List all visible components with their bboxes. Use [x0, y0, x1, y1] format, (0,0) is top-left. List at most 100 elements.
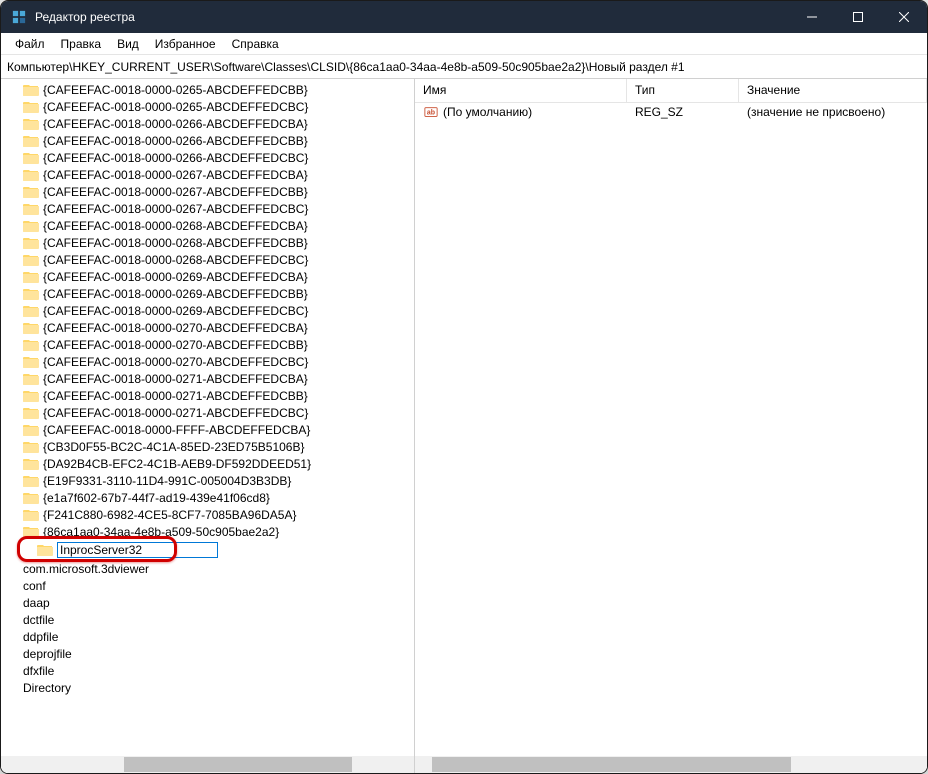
- tree-item[interactable]: {CAFEEFAC-0018-0000-0268-ABCDEFFEDCBB}: [1, 234, 414, 251]
- menu-file[interactable]: Файл: [7, 35, 53, 53]
- tree-item-label: {86ca1aa0-34aa-4e8b-a509-50c905bae2a2}: [43, 525, 279, 539]
- tree-item-label: {CAFEEFAC-0018-0000-0270-ABCDEFFEDCBA}: [43, 321, 308, 335]
- rename-input[interactable]: [57, 542, 218, 558]
- tree-item-label: {CAFEEFAC-0018-0000-0268-ABCDEFFEDCBC}: [43, 253, 308, 267]
- menu-view[interactable]: Вид: [109, 35, 147, 53]
- tree-item[interactable]: {CAFEEFAC-0018-0000-0270-ABCDEFFEDCBC}: [1, 353, 414, 370]
- app-icon: [11, 9, 27, 25]
- tree-item-label: deprojfile: [23, 647, 72, 661]
- svg-text:ab: ab: [427, 110, 435, 117]
- folder-icon: [23, 270, 39, 284]
- folder-icon: [23, 355, 39, 369]
- tree-item[interactable]: ddpfile: [1, 628, 414, 645]
- tree-view[interactable]: {CAFEEFAC-0018-0000-0265-ABCDEFFEDCBB} {C…: [1, 79, 414, 756]
- tree-item[interactable]: {CAFEEFAC-0018-0000-0265-ABCDEFFEDCBC}: [1, 98, 414, 115]
- tree-item[interactable]: {CB3D0F55-BC2C-4C1A-85ED-23ED75B5106B}: [1, 438, 414, 455]
- tree-item-label: {CAFEEFAC-0018-0000-0265-ABCDEFFEDCBC}: [43, 100, 308, 114]
- tree-item[interactable]: {e1a7f602-67b7-44f7-ad19-439e41f06cd8}: [1, 489, 414, 506]
- tree-item-label: ddpfile: [23, 630, 58, 644]
- tree-item-label: {CAFEEFAC-0018-0000-0271-ABCDEFFEDCBA}: [43, 372, 308, 386]
- tree-item-label: {CAFEEFAC-0018-0000-FFFF-ABCDEFFEDCBA}: [43, 423, 310, 437]
- list-header: Имя Тип Значение: [415, 79, 927, 103]
- folder-icon: [23, 236, 39, 250]
- folder-icon: [23, 321, 39, 335]
- folder-icon: [23, 491, 39, 505]
- folder-icon: [23, 134, 39, 148]
- tree-item[interactable]: {CAFEEFAC-0018-0000-0267-ABCDEFFEDCBC}: [1, 200, 414, 217]
- tree-item[interactable]: {CAFEEFAC-0018-0000-FFFF-ABCDEFFEDCBA}: [1, 421, 414, 438]
- folder-icon: [23, 287, 39, 301]
- tree-item[interactable]: {CAFEEFAC-0018-0000-0266-ABCDEFFEDCBA}: [1, 115, 414, 132]
- folder-icon: [23, 525, 39, 539]
- folder-icon: [23, 219, 39, 233]
- tree-item[interactable]: {CAFEEFAC-0018-0000-0268-ABCDEFFEDCBC}: [1, 251, 414, 268]
- tree-item-label: {CAFEEFAC-0018-0000-0270-ABCDEFFEDCBB}: [43, 338, 308, 352]
- tree-item[interactable]: deprojfile: [1, 645, 414, 662]
- value-data: (значение не присвоено): [739, 105, 927, 119]
- folder-icon: [23, 168, 39, 182]
- titlebar[interactable]: Редактор реестра: [1, 1, 927, 33]
- tree-item-label: Directory: [23, 681, 71, 695]
- menu-edit[interactable]: Правка: [53, 35, 110, 53]
- list-panel: Имя Тип Значение ab (По умолчанию) REG_S…: [415, 79, 927, 773]
- tree-item[interactable]: {CAFEEFAC-0018-0000-0265-ABCDEFFEDCBB}: [1, 81, 414, 98]
- tree-item[interactable]: {CAFEEFAC-0018-0000-0271-ABCDEFFEDCBB}: [1, 387, 414, 404]
- address-bar[interactable]: Компьютер\HKEY_CURRENT_USER\Software\Cla…: [1, 55, 927, 79]
- tree-item[interactable]: {CAFEEFAC-0018-0000-0267-ABCDEFFEDCBB}: [1, 183, 414, 200]
- menubar: Файл Правка Вид Избранное Справка: [1, 33, 927, 55]
- folder-icon: [23, 253, 39, 267]
- string-value-icon: ab: [423, 104, 439, 120]
- close-button[interactable]: [881, 1, 927, 33]
- tree-item[interactable]: com.microsoft.3dviewer: [1, 560, 414, 577]
- column-name[interactable]: Имя: [415, 79, 627, 102]
- folder-icon: [23, 372, 39, 386]
- tree-item[interactable]: {CAFEEFAC-0018-0000-0271-ABCDEFFEDCBA}: [1, 370, 414, 387]
- tree-item[interactable]: {86ca1aa0-34aa-4e8b-a509-50c905bae2a2}: [1, 523, 414, 540]
- folder-icon: [23, 338, 39, 352]
- folder-icon: [23, 117, 39, 131]
- list-h-scrollbar[interactable]: [415, 756, 927, 773]
- menu-favorites[interactable]: Избранное: [147, 35, 224, 53]
- tree-item[interactable]: {CAFEEFAC-0018-0000-0271-ABCDEFFEDCBC}: [1, 404, 414, 421]
- tree-item[interactable]: dctfile: [1, 611, 414, 628]
- tree-item-label: {CAFEEFAC-0018-0000-0267-ABCDEFFEDCBB}: [43, 185, 308, 199]
- tree-item-label: {CAFEEFAC-0018-0000-0269-ABCDEFFEDCBB}: [43, 287, 308, 301]
- tree-item-label: {CAFEEFAC-0018-0000-0267-ABCDEFFEDCBA}: [43, 168, 308, 182]
- tree-item[interactable]: {CAFEEFAC-0018-0000-0269-ABCDEFFEDCBC}: [1, 302, 414, 319]
- tree-item[interactable]: {CAFEEFAC-0018-0000-0268-ABCDEFFEDCBA}: [1, 217, 414, 234]
- folder-icon: [23, 440, 39, 454]
- column-value[interactable]: Значение: [739, 79, 927, 102]
- tree-item-label: {CAFEEFAC-0018-0000-0271-ABCDEFFEDCBB}: [43, 389, 308, 403]
- folder-icon: [23, 406, 39, 420]
- tree-item[interactable]: {CAFEEFAC-0018-0000-0270-ABCDEFFEDCBA}: [1, 319, 414, 336]
- tree-item[interactable]: conf: [1, 577, 414, 594]
- tree-item[interactable]: Directory: [1, 679, 414, 696]
- tree-item[interactable]: dfxfile: [1, 662, 414, 679]
- column-type[interactable]: Тип: [627, 79, 739, 102]
- tree-item-label: {CAFEEFAC-0018-0000-0269-ABCDEFFEDCBC}: [43, 304, 308, 318]
- tree-item[interactable]: {CAFEEFAC-0018-0000-0269-ABCDEFFEDCBB}: [1, 285, 414, 302]
- tree-item[interactable]: {CAFEEFAC-0018-0000-0270-ABCDEFFEDCBB}: [1, 336, 414, 353]
- tree-item-label: {CAFEEFAC-0018-0000-0268-ABCDEFFEDCBB}: [43, 236, 308, 250]
- tree-item-label: {CAFEEFAC-0018-0000-0265-ABCDEFFEDCBB}: [43, 83, 308, 97]
- window-controls: [789, 1, 927, 33]
- folder-icon: [23, 185, 39, 199]
- tree-item-label: {DA92B4CB-EFC2-4C1B-AEB9-DF592DDEED51}: [43, 457, 311, 471]
- tree-item[interactable]: {F241C880-6982-4CE5-8CF7-7085BA96DA5A}: [1, 506, 414, 523]
- menu-help[interactable]: Справка: [224, 35, 287, 53]
- tree-item[interactable]: {CAFEEFAC-0018-0000-0266-ABCDEFFEDCBC}: [1, 149, 414, 166]
- tree-item-label: conf: [23, 579, 46, 593]
- tree-item[interactable]: daap: [1, 594, 414, 611]
- minimize-button[interactable]: [789, 1, 835, 33]
- tree-item[interactable]: {CAFEEFAC-0018-0000-0267-ABCDEFFEDCBA}: [1, 166, 414, 183]
- tree-item[interactable]: {CAFEEFAC-0018-0000-0269-ABCDEFFEDCBA}: [1, 268, 414, 285]
- tree-item[interactable]: {CAFEEFAC-0018-0000-0266-ABCDEFFEDCBB}: [1, 132, 414, 149]
- tree-item[interactable]: {DA92B4CB-EFC2-4C1B-AEB9-DF592DDEED51}: [1, 455, 414, 472]
- tree-item[interactable]: {E19F9331-3110-11D4-991C-005004D3B3DB}: [1, 472, 414, 489]
- tree-item-editing[interactable]: [1, 541, 414, 559]
- tree-h-scrollbar[interactable]: [1, 756, 414, 773]
- list-row[interactable]: ab (По умолчанию) REG_SZ (значение не пр…: [415, 103, 927, 121]
- list-body[interactable]: ab (По умолчанию) REG_SZ (значение не пр…: [415, 103, 927, 756]
- maximize-button[interactable]: [835, 1, 881, 33]
- registry-editor-window: Редактор реестра Файл Правка Вид Избранн…: [0, 0, 928, 774]
